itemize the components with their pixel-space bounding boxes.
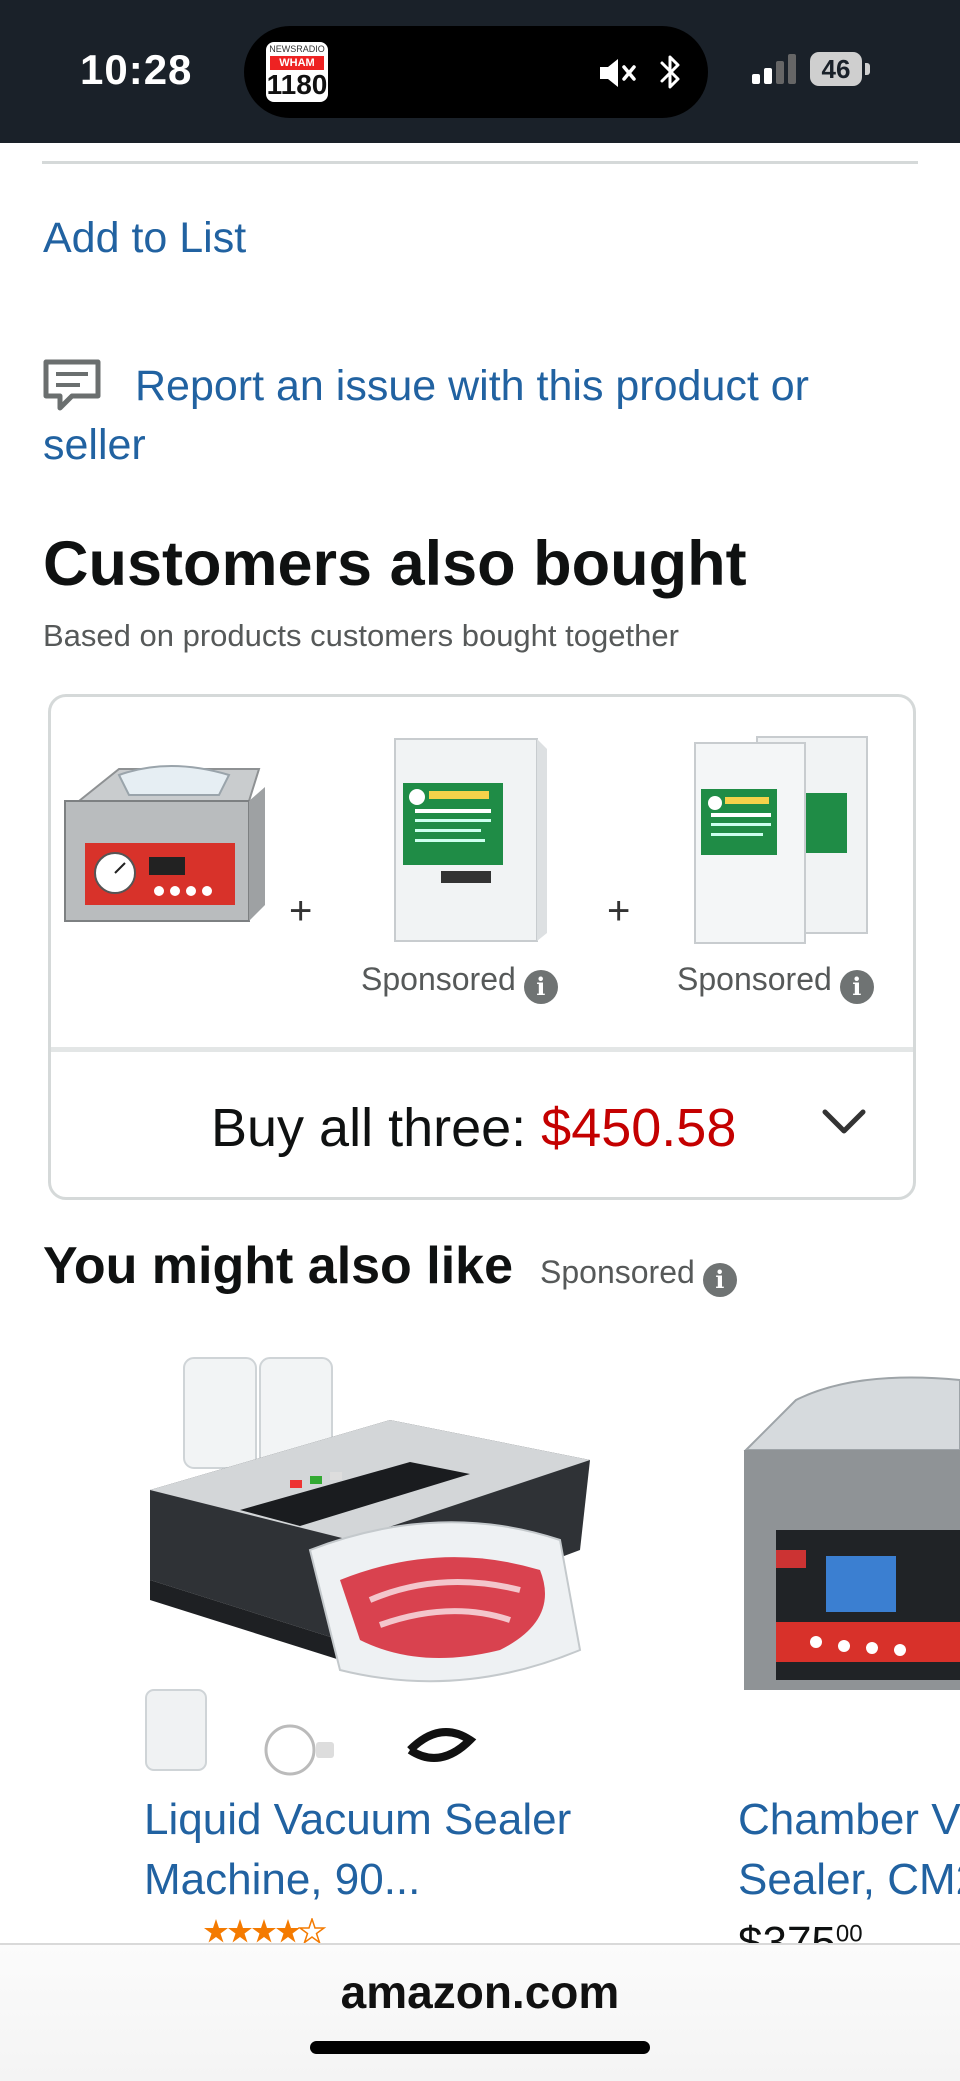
sponsored-tag: Sponsored i <box>540 1254 737 1297</box>
bundle-product-sealer-bags-1[interactable] <box>381 733 551 947</box>
sponsored-label-2: Sponsored <box>677 961 832 997</box>
buy-all-three-row[interactable]: Buy all three: $450.58 <box>211 1097 736 1159</box>
product-title-2-line2: Sealer, CM2 <box>738 1855 960 1904</box>
you-might-also-like-heading: You might also like <box>43 1237 514 1295</box>
product-title-2[interactable]: Chamber V Sealer, CM2 <box>738 1790 960 1910</box>
bundle-plus-1: + <box>289 889 313 933</box>
radio-station-logo: NEWSRADIO WHAM 1180 <box>266 42 328 102</box>
browser-bottom-bar: amazon.com <box>0 1943 960 2081</box>
radio-logo-line3: 1180 <box>266 69 328 100</box>
bluetooth-icon <box>660 55 680 89</box>
bundle-product-vacuum-sealer[interactable] <box>59 761 269 937</box>
bundle-box: + Sponsored i + Sponsored i Buy all three:… <box>48 694 916 1200</box>
mute-icon <box>600 59 636 87</box>
buy-all-label: Buy all three: <box>211 1098 542 1158</box>
section-divider <box>42 161 918 164</box>
info-icon[interactable]: i <box>523 970 558 1004</box>
battery-icon: 46 <box>810 52 870 86</box>
bundle-plus-2: + <box>607 889 631 933</box>
product-image-chamber-vacuum-sealer[interactable] <box>736 1370 960 1720</box>
add-to-list-link[interactable]: Add to List <box>43 214 246 263</box>
report-issue-link[interactable]: Report an issue with this product or sel… <box>43 357 923 475</box>
bundle-divider <box>51 1047 913 1052</box>
bundle-product-sealer-bags-2[interactable] <box>687 733 877 949</box>
star-rating-group <box>204 1918 327 1945</box>
url-domain[interactable]: amazon.com <box>0 1965 960 2019</box>
product-title-2-line1: Chamber V <box>738 1795 960 1844</box>
radio-logo-line2: WHAM <box>270 56 324 70</box>
chevron-down-icon[interactable] <box>821 1107 867 1137</box>
sponsored-tag-2: Sponsored i <box>677 961 874 1004</box>
customers-also-bought-subheading: Based on products customers bought toget… <box>43 618 679 653</box>
info-icon[interactable]: i <box>702 1263 737 1297</box>
customers-also-bought-heading: Customers also bought <box>43 529 747 599</box>
battery-level: 46 <box>821 54 851 84</box>
product-image-liquid-vacuum-sealer[interactable] <box>140 1350 600 1780</box>
product-title-1-line1: Liquid Vacuum Sealer <box>144 1795 572 1844</box>
signal-icon <box>752 54 796 84</box>
sponsored-label: Sponsored <box>540 1254 695 1290</box>
sponsored-label-1: Sponsored <box>361 961 516 997</box>
product-title-1[interactable]: Liquid Vacuum Sealer Machine, 90... <box>144 1790 584 1910</box>
info-icon[interactable]: i <box>839 970 874 1004</box>
battery-nub <box>865 63 870 75</box>
home-indicator[interactable] <box>310 2041 650 2054</box>
dynamic-island[interactable]: NEWSRADIO WHAM 1180 <box>244 26 708 118</box>
product-title-1-line2: Machine, 90... <box>144 1855 421 1904</box>
radio-logo-line1: NEWSRADIO <box>269 44 325 54</box>
clock-time: 10:28 <box>80 46 193 93</box>
status-bar: 10:28 NEWSRADIO WHAM 1180 46 <box>0 0 960 143</box>
buy-all-price: $450.58 <box>541 1098 737 1158</box>
sponsored-tag-1: Sponsored i <box>361 961 558 1004</box>
